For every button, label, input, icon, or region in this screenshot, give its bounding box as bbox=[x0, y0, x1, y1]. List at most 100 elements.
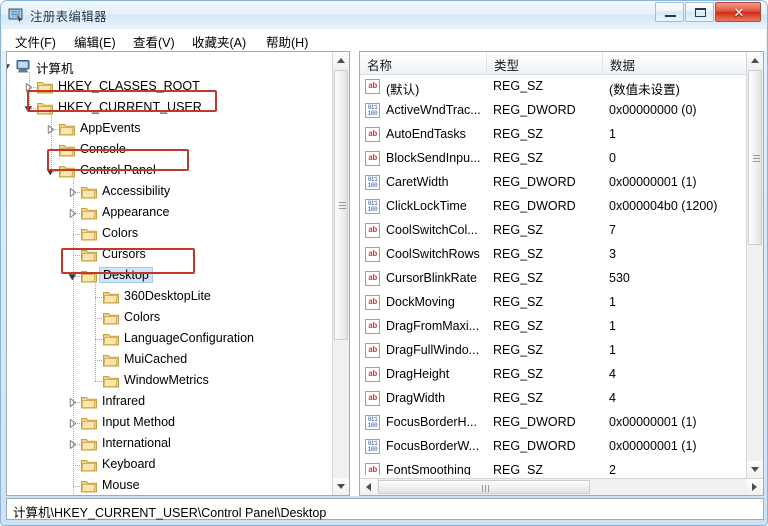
tree-node-languageconfiguration[interactable]: LanguageConfiguration bbox=[7, 329, 332, 350]
tree-node-accessibility[interactable]: Accessibility bbox=[7, 182, 332, 203]
value-type: REG_SZ bbox=[493, 247, 544, 261]
value-row[interactable]: ab BlockSendInpu... REG_SZ 0 bbox=[360, 147, 746, 171]
values-horizontal-scrollbar[interactable] bbox=[360, 478, 763, 495]
menu-edit[interactable]: 编辑(E) bbox=[69, 31, 121, 50]
tree-node-label: Input Method bbox=[102, 415, 175, 429]
tree-node-hkey-current-user[interactable]: HKEY_CURRENT_USER bbox=[7, 98, 332, 119]
menu-file[interactable]: 文件(F) bbox=[10, 31, 61, 50]
tree-node-input-method[interactable]: Input Method bbox=[7, 413, 332, 434]
folder-icon bbox=[81, 248, 97, 262]
minimize-button[interactable] bbox=[655, 2, 684, 22]
chevron-right-icon[interactable] bbox=[67, 208, 78, 219]
column-name[interactable]: 名称 bbox=[360, 52, 487, 74]
value-row[interactable]: ab DockMoving REG_SZ 1 bbox=[360, 291, 746, 315]
registry-tree-pane[interactable]: 计算机 HKEY_CLASSES_ROOT HKEY_CURRENT_USER App… bbox=[6, 51, 350, 496]
tree-node-colors[interactable]: Colors bbox=[7, 308, 332, 329]
value-data: 7 bbox=[609, 223, 616, 237]
tree-node-muicached[interactable]: MuiCached bbox=[7, 350, 332, 371]
tree-node--[interactable]: 计算机 bbox=[7, 56, 332, 77]
tree-node-control-panel[interactable]: Control Panel bbox=[7, 161, 332, 182]
string-value-icon: ab bbox=[365, 127, 380, 142]
column-data[interactable]: 数据 bbox=[603, 52, 763, 74]
value-name: ActiveWndTrac... bbox=[386, 103, 481, 117]
folder-icon bbox=[37, 101, 53, 115]
value-row[interactable]: ab AutoEndTasks REG_SZ 1 bbox=[360, 123, 746, 147]
menu-favorites[interactable]: 收藏夹(A) bbox=[187, 31, 251, 50]
value-row[interactable]: ab FontSmoothing REG_SZ 2 bbox=[360, 459, 746, 475]
chevron-down-icon[interactable] bbox=[67, 271, 78, 282]
value-row[interactable]: ab (默认) REG_SZ (数值未设置) bbox=[360, 75, 746, 99]
tree-node-appevents[interactable]: AppEvents bbox=[7, 119, 332, 140]
chevron-right-icon[interactable] bbox=[45, 124, 56, 135]
value-row[interactable]: 011 100 CaretWidth REG_DWORD 0x00000001 (1) bbox=[360, 171, 746, 195]
value-row[interactable]: ab CursorBlinkRate REG_SZ 530 bbox=[360, 267, 746, 291]
column-type[interactable]: 类型 bbox=[487, 52, 603, 74]
tree-node-label: Colors bbox=[124, 310, 161, 324]
chevron-right-icon[interactable] bbox=[67, 439, 78, 450]
value-name: CursorBlinkRate bbox=[386, 271, 478, 285]
chevron-right-icon[interactable] bbox=[67, 418, 78, 429]
menu-help[interactable]: 帮助(H) bbox=[261, 31, 313, 50]
value-row[interactable]: 011 100 FocusBorderH... REG_DWORD 0x00000001… bbox=[360, 411, 746, 435]
value-name: FocusBorderH... bbox=[386, 415, 478, 429]
tree-scroll-down-button[interactable] bbox=[333, 478, 349, 495]
tree-node-colors[interactable]: Colors bbox=[7, 224, 332, 245]
values-list[interactable]: ab (默认) REG_SZ (数值未设置) 011 100 ActiveWndTrac..… bbox=[360, 75, 746, 475]
tree-node-hkey-classes-root[interactable]: HKEY_CLASSES_ROOT bbox=[7, 77, 332, 98]
value-name: CoolSwitchRows bbox=[386, 247, 480, 261]
chevron-down-icon[interactable] bbox=[23, 103, 34, 114]
tree-node-360desktoplite[interactable]: 360DesktopLite bbox=[7, 287, 332, 308]
string-value-icon: ab bbox=[365, 223, 380, 238]
tree-node-keyboard[interactable]: Keyboard bbox=[7, 455, 332, 476]
values-scroll-left-button[interactable] bbox=[360, 479, 377, 495]
values-hscroll-thumb[interactable] bbox=[378, 480, 590, 494]
values-scroll-up-button[interactable] bbox=[747, 52, 763, 69]
values-scroll-down-button[interactable] bbox=[747, 461, 763, 478]
tree-node-windowmetrics[interactable]: WindowMetrics bbox=[7, 371, 332, 392]
tree-scroll-thumb[interactable] bbox=[334, 70, 348, 340]
pane-splitter[interactable] bbox=[351, 51, 359, 496]
dword-value-icon: 011 100 bbox=[365, 439, 380, 454]
value-row[interactable]: ab DragFromMaxi... REG_SZ 1 bbox=[360, 315, 746, 339]
folder-icon bbox=[103, 290, 119, 304]
registry-values-pane[interactable]: 名称 类型 数据 ab (默认) REG_SZ (数值未设置) 011 100 ActiveWn… bbox=[359, 51, 764, 496]
status-path: 计算机\HKEY_CURRENT_USER\Control Panel\Desk… bbox=[13, 506, 327, 520]
maximize-button[interactable] bbox=[685, 2, 714, 22]
chevron-down-icon[interactable] bbox=[7, 61, 12, 72]
tree-node-appearance[interactable]: Appearance bbox=[7, 203, 332, 224]
chevron-right-icon[interactable] bbox=[23, 82, 34, 93]
chevron-right-icon[interactable] bbox=[67, 397, 78, 408]
tree-node-label: Appearance bbox=[102, 205, 170, 219]
values-scroll-right-button[interactable] bbox=[746, 479, 763, 495]
chevron-down-icon[interactable] bbox=[45, 166, 56, 177]
close-button[interactable]: ✕ bbox=[715, 2, 761, 22]
values-scroll-thumb[interactable] bbox=[748, 70, 762, 245]
value-type: REG_SZ bbox=[493, 79, 544, 93]
string-value-icon: ab bbox=[365, 367, 380, 382]
values-vertical-scrollbar[interactable] bbox=[746, 52, 763, 478]
value-row[interactable]: 011 100 ActiveWndTrac... REG_DWORD 0x0000000… bbox=[360, 99, 746, 123]
value-row[interactable]: ab DragFullWindo... REG_SZ 1 bbox=[360, 339, 746, 363]
value-row[interactable]: ab CoolSwitchCol... REG_SZ 7 bbox=[360, 219, 746, 243]
value-name: FontSmoothing bbox=[386, 463, 471, 475]
value-name: ClickLockTime bbox=[386, 199, 467, 213]
tree-node-desktop[interactable]: Desktop bbox=[7, 266, 332, 287]
value-row[interactable]: ab DragWidth REG_SZ 4 bbox=[360, 387, 746, 411]
tree-node-mouse[interactable]: Mouse bbox=[7, 476, 332, 495]
menu-view[interactable]: 查看(V) bbox=[128, 31, 180, 50]
value-row[interactable]: 011 100 ClickLockTime REG_DWORD 0x000004b0 (… bbox=[360, 195, 746, 219]
value-row[interactable]: 011 100 FocusBorderW... REG_DWORD 0x00000001… bbox=[360, 435, 746, 459]
value-row[interactable]: ab CoolSwitchRows REG_SZ 3 bbox=[360, 243, 746, 267]
value-data: 4 bbox=[609, 391, 616, 405]
value-row[interactable]: ab DragHeight REG_SZ 4 bbox=[360, 363, 746, 387]
string-value-icon: ab bbox=[365, 463, 380, 475]
value-name: DockMoving bbox=[386, 295, 455, 309]
tree-vertical-scrollbar[interactable] bbox=[332, 52, 349, 495]
value-type: REG_SZ bbox=[493, 223, 544, 237]
tree-node-infrared[interactable]: Infrared bbox=[7, 392, 332, 413]
chevron-right-icon[interactable] bbox=[67, 187, 78, 198]
tree-node-console[interactable]: Console bbox=[7, 140, 332, 161]
tree-node-international[interactable]: International bbox=[7, 434, 332, 455]
tree-scroll-up-button[interactable] bbox=[333, 52, 349, 69]
tree-node-cursors[interactable]: Cursors bbox=[7, 245, 332, 266]
